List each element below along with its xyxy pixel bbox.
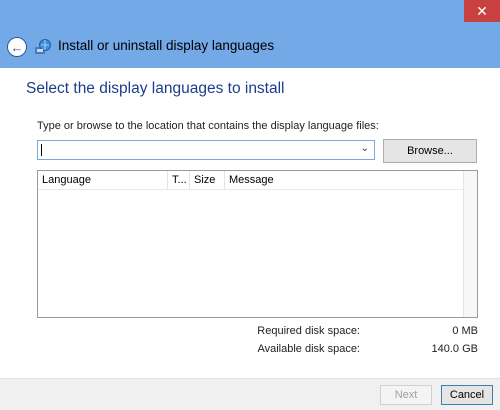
column-header-message[interactable]: Message: [225, 171, 465, 189]
column-header-size[interactable]: Size: [190, 171, 225, 189]
content-area: Select the display languages to install …: [0, 68, 500, 410]
close-icon: ✕: [476, 2, 488, 19]
window-title: Install or uninstall display languages: [58, 38, 275, 53]
required-disk-space-value: 0 MB: [452, 325, 478, 337]
chevron-down-icon[interactable]: ⌄: [361, 143, 369, 154]
title-bar: ✕ ← Install or uninstall display languag…: [0, 0, 500, 68]
cancel-button[interactable]: Cancel: [441, 385, 493, 405]
footer-bar: Next Cancel: [0, 378, 500, 410]
back-button[interactable]: ←: [7, 37, 27, 57]
page-heading: Select the display languages to install: [26, 80, 285, 97]
vertical-scrollbar[interactable]: [463, 171, 477, 317]
column-header-language[interactable]: Language: [38, 171, 168, 189]
text-caret: [41, 144, 42, 156]
available-disk-space-label: Available disk space:: [257, 343, 360, 355]
language-list[interactable]: Language T... Size Message: [37, 170, 478, 318]
browse-button[interactable]: Browse...: [383, 139, 477, 163]
back-arrow-icon: ←: [10, 39, 24, 55]
required-disk-space-label: Required disk space:: [257, 325, 360, 337]
column-header-type[interactable]: T...: [168, 171, 190, 189]
globe-install-icon: [35, 39, 51, 54]
close-button[interactable]: ✕: [464, 0, 500, 22]
location-prompt-label: Type or browse to the location that cont…: [37, 120, 379, 132]
location-combobox[interactable]: ⌄: [37, 140, 375, 160]
next-button[interactable]: Next: [380, 385, 432, 405]
available-disk-space-value: 140.0 GB: [431, 343, 478, 355]
list-header: Language T... Size Message: [38, 171, 465, 190]
